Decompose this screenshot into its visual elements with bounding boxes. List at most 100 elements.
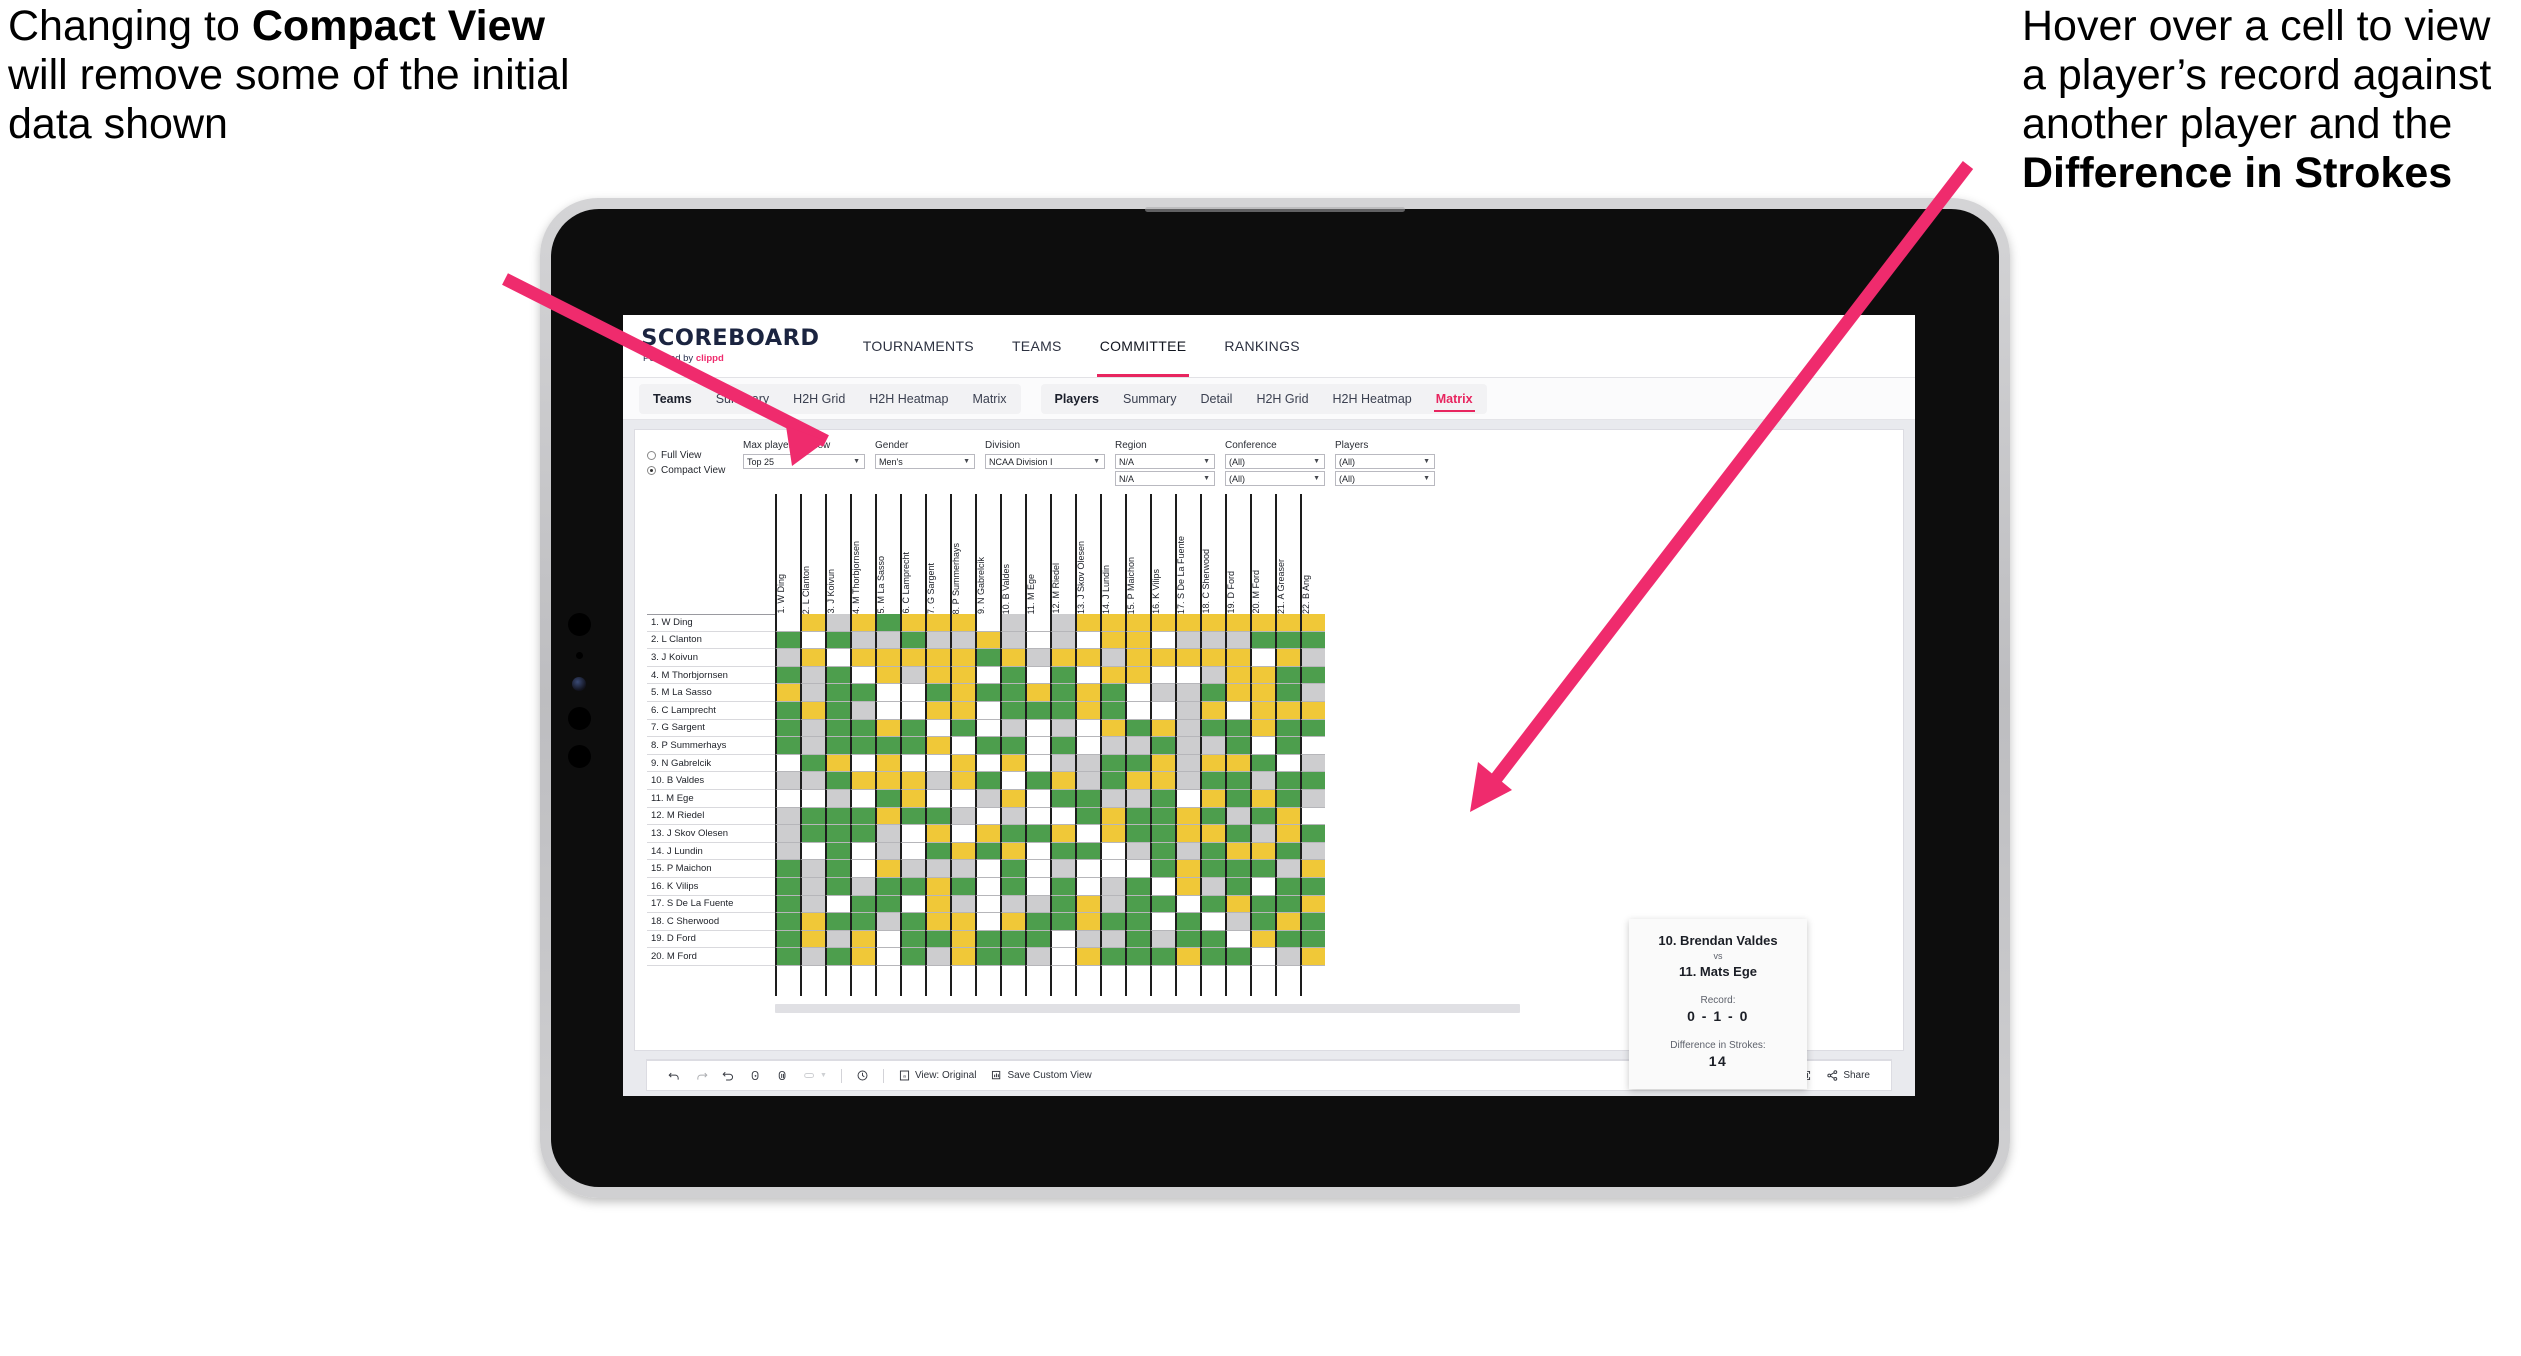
matrix-cell[interactable] [1050,614,1075,632]
matrix-cell[interactable] [900,649,925,667]
matrix-cell[interactable] [1225,930,1250,949]
matrix-cell[interactable] [1100,789,1125,808]
matrix-cell[interactable] [825,649,850,667]
matrix-cell[interactable] [1050,842,1075,861]
matrix-cell[interactable] [1250,719,1275,738]
matrix-cell[interactable] [1075,860,1100,878]
matrix-cell[interactable] [1125,772,1150,790]
matrix-cell[interactable] [1025,842,1050,861]
matrix-cell[interactable] [925,754,950,773]
matrix-cell[interactable] [1125,877,1150,896]
matrix-cell[interactable] [1250,754,1275,773]
matrix-cell[interactable] [1175,930,1200,949]
matrix-cell[interactable] [1200,877,1225,896]
matrix-cell[interactable] [775,701,800,720]
filter-gender-select[interactable]: Men's ▼ [875,454,975,469]
matrix-cell[interactable] [1300,825,1325,843]
matrix-cell[interactable] [1050,772,1075,790]
matrix-cell[interactable] [1125,754,1150,773]
matrix-cell[interactable] [1025,789,1050,808]
matrix-cell[interactable] [875,930,900,949]
matrix-cell[interactable] [900,877,925,896]
matrix-cell[interactable] [1250,895,1275,914]
matrix-cell[interactable] [825,684,850,702]
matrix-cell[interactable] [800,825,825,843]
subnav-players-h2h-heatmap[interactable]: H2H Heatmap [1321,384,1424,414]
matrix-cell[interactable] [950,719,975,738]
matrix-cell[interactable] [1150,684,1175,702]
filter-region-select-secondary[interactable]: N/A ▼ [1115,471,1215,486]
filter-conference-select[interactable]: (All) ▼ [1225,454,1325,469]
matrix-cell[interactable] [1050,737,1075,755]
matrix-cell[interactable] [800,701,825,720]
matrix-cell[interactable] [925,807,950,826]
matrix-cell[interactable] [1200,649,1225,667]
matrix-cell[interactable] [1000,754,1025,773]
matrix-cell[interactable] [825,895,850,914]
matrix-cell[interactable] [900,754,925,773]
matrix-cell[interactable] [1200,666,1225,685]
matrix-cell[interactable] [775,842,800,861]
matrix-cell[interactable] [800,684,825,702]
matrix-cell[interactable] [1075,807,1100,826]
matrix-cell[interactable] [1050,719,1075,738]
matrix-cell[interactable] [825,913,850,931]
matrix-cell[interactable] [1000,895,1025,914]
matrix-cell[interactable] [950,701,975,720]
matrix-cell[interactable] [850,948,875,966]
matrix-cell[interactable] [1075,842,1100,861]
matrix-cell[interactable] [1200,701,1225,720]
matrix-cell[interactable] [900,842,925,861]
subnav-players-detail[interactable]: Detail [1188,384,1244,414]
filter-region-select[interactable]: N/A ▼ [1115,454,1215,469]
filter-conference-select-secondary[interactable]: (All) ▼ [1225,471,1325,486]
matrix-cell[interactable] [900,666,925,685]
matrix-cell[interactable] [1100,860,1125,878]
matrix-cell[interactable] [775,649,800,667]
matrix-cell[interactable] [1150,913,1175,931]
matrix-cell[interactable] [1000,649,1025,667]
matrix-cell[interactable] [1150,719,1175,738]
subnav-teams-head[interactable]: Teams [641,384,704,414]
matrix-cell[interactable] [1025,948,1050,966]
matrix-cell[interactable] [1175,684,1200,702]
matrix-cell[interactable] [1225,631,1250,650]
matrix-cell[interactable] [1000,789,1025,808]
matrix-cell[interactable] [1100,825,1125,843]
matrix-cell[interactable] [1075,666,1100,685]
matrix-cell[interactable] [875,877,900,896]
matrix-cell[interactable] [1075,913,1100,931]
matrix-cell[interactable] [925,666,950,685]
matrix-cell[interactable] [1175,737,1200,755]
matrix-cell[interactable] [1175,895,1200,914]
matrix-cell[interactable] [1150,877,1175,896]
matrix-cell[interactable] [1125,825,1150,843]
matrix-cell[interactable] [850,895,875,914]
matrix-cell[interactable] [875,684,900,702]
matrix-cell[interactable] [1100,807,1125,826]
matrix-cell[interactable] [1025,701,1050,720]
matrix-cell[interactable] [1300,807,1325,826]
matrix-cell[interactable] [1075,737,1100,755]
matrix-cell[interactable] [775,860,800,878]
matrix-cell[interactable] [1175,649,1200,667]
matrix-cell[interactable] [775,772,800,790]
matrix-cell[interactable] [875,842,900,861]
matrix-cell[interactable] [825,825,850,843]
matrix-cell[interactable] [1225,877,1250,896]
matrix-cell[interactable] [925,842,950,861]
matrix-cell[interactable] [1150,701,1175,720]
redo-button[interactable] [688,1069,715,1082]
matrix-cell[interactable] [825,614,850,632]
matrix-cell[interactable] [850,930,875,949]
matrix-cell[interactable] [1075,719,1100,738]
nav-tab-committee[interactable]: COMMITTEE [1081,315,1206,377]
matrix-cell[interactable] [775,789,800,808]
matrix-cell[interactable] [775,913,800,931]
matrix-cell[interactable] [1300,842,1325,861]
matrix-cell[interactable] [1000,825,1025,843]
matrix-cell[interactable] [1225,666,1250,685]
matrix-cell[interactable] [925,913,950,931]
matrix-cell[interactable] [950,754,975,773]
matrix-cell[interactable] [1225,684,1250,702]
